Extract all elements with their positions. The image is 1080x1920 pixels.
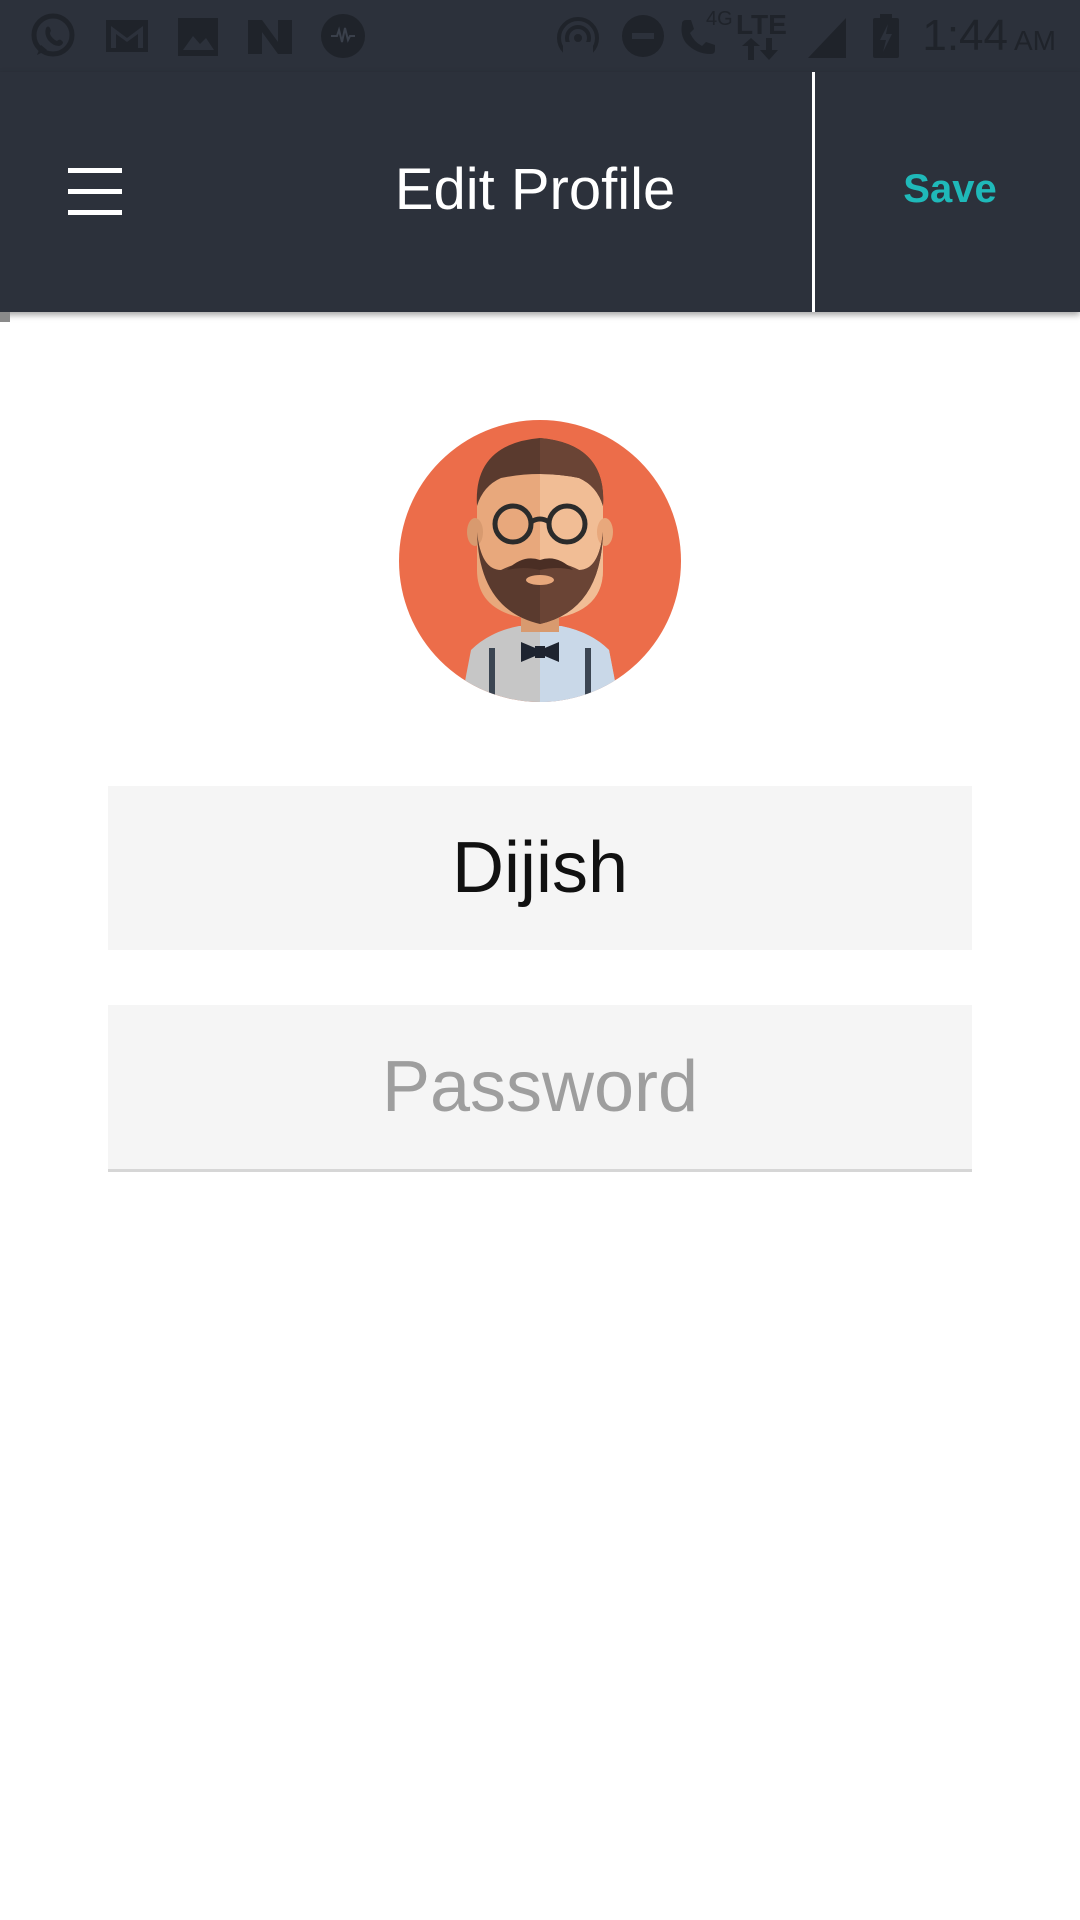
page-title: Edit Profile — [394, 157, 676, 222]
gallery-icon — [176, 12, 220, 60]
app-bar-divider — [812, 72, 815, 312]
app-bar: Edit Profile Save — [0, 72, 1080, 312]
signal-icon — [806, 12, 848, 60]
volte-call-icon: 4G — [676, 8, 733, 60]
n-app-icon — [246, 12, 294, 60]
network-type-label: 4G — [706, 8, 733, 30]
password-input[interactable] — [108, 1005, 972, 1169]
name-input[interactable] — [108, 786, 972, 950]
password-field[interactable] — [108, 1005, 972, 1172]
menu-line-bottom — [68, 210, 122, 215]
status-bar: 4G LTE 1:44 AM — [0, 0, 1080, 72]
status-time-value: 1:44 — [922, 11, 1008, 60]
menu-line-top — [68, 168, 122, 173]
bearded-man-avatar[interactable] — [399, 420, 681, 702]
lte-data-icon: LTE — [736, 9, 787, 60]
save-button[interactable]: Save — [860, 152, 1040, 226]
corner-indicator — [0, 312, 10, 322]
status-time-ampm: AM — [1014, 25, 1056, 56]
do-not-disturb-icon — [620, 12, 666, 60]
menu-line-middle — [68, 189, 122, 194]
lte-label: LTE — [736, 9, 787, 40]
name-field[interactable] — [108, 786, 972, 950]
hotspot-icon — [555, 12, 601, 60]
gmail-icon — [104, 12, 150, 60]
voice-app-icon — [320, 12, 366, 60]
whatsapp-icon — [28, 12, 78, 60]
hamburger-menu-icon[interactable] — [56, 158, 136, 226]
status-time: 1:44 AM — [922, 10, 1056, 62]
battery-charging-icon — [870, 12, 902, 60]
